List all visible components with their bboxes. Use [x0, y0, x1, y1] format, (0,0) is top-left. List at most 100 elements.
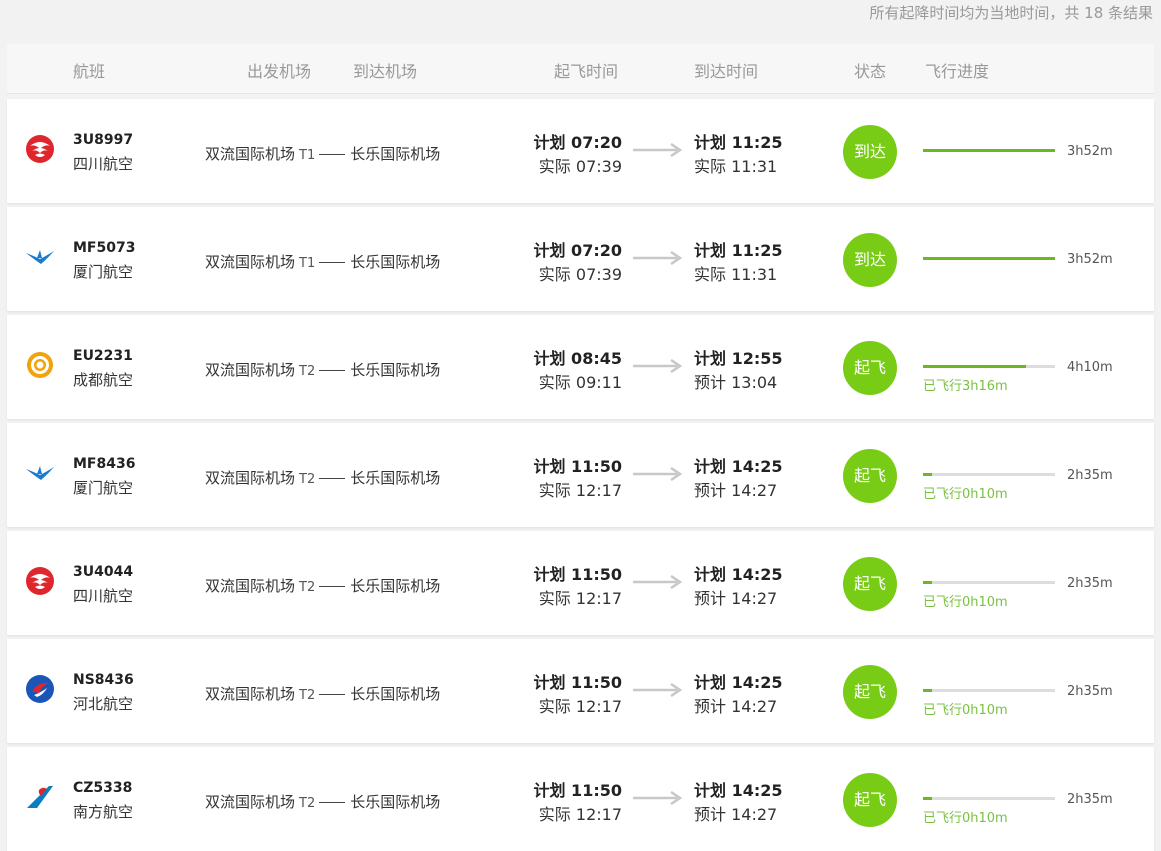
airline-name: 河北航空	[73, 695, 134, 713]
arr-airport: 长乐国际机场	[350, 361, 441, 379]
dep-time: 计划 11:50 实际 12:17	[532, 561, 622, 609]
dep-planned-time: 计划 11:50	[533, 457, 622, 476]
dep-planned-time: 计划 11:50	[533, 673, 622, 692]
flight-number[interactable]: 3U4044	[73, 564, 133, 580]
arr-airport: 长乐国际机场	[350, 793, 441, 811]
dep-actual-time: 实际 12:17	[538, 589, 622, 608]
chengdu-airlines-logo-icon	[25, 350, 55, 380]
flown-time: 已飞行3h16m	[923, 379, 1008, 394]
progress-fill	[923, 473, 932, 476]
arr-time: 计划 14:25 预计 14:27	[694, 453, 783, 501]
flight-number[interactable]: EU2231	[73, 348, 133, 364]
dep-airport: 双流国际机场	[205, 361, 296, 379]
route: 双流国际机场 T2 长乐国际机场	[205, 791, 440, 812]
route: 双流国际机场 T1 长乐国际机场	[205, 143, 440, 164]
results-summary: 所有起降时间均为当地时间，共 18 条结果	[869, 4, 1153, 22]
airline-name: 四川航空	[73, 155, 134, 173]
flight-row[interactable]: 3U4044 四川航空 双流国际机场 T2 长乐国际机场 计划 11:50 实际 12:17…	[7, 531, 1154, 635]
header-dep-airport: 出发机场	[247, 62, 312, 81]
route: 双流国际机场 T2 长乐国际机场	[205, 359, 440, 380]
dep-time: 计划 07:20 实际 07:39	[532, 129, 622, 177]
status-badge: 起飞	[843, 341, 897, 395]
arr-actual-time: 预计 14:27	[694, 589, 778, 608]
dep-actual-time: 实际 07:39	[538, 157, 622, 176]
route-dash	[319, 694, 346, 695]
status-badge: 到达	[843, 233, 897, 287]
status-badge: 起飞	[843, 449, 897, 503]
arr-actual-time: 实际 11:31	[694, 265, 778, 284]
progress-fill	[923, 149, 1055, 152]
header-dep-time: 起飞时间	[554, 62, 619, 81]
flight-number[interactable]: 3U8997	[73, 132, 133, 148]
dep-airport: 双流国际机场	[205, 469, 296, 487]
dep-airport: 双流国际机场	[205, 685, 296, 703]
arr-time: 计划 11:25 实际 11:31	[694, 129, 783, 177]
header-arr-airport: 到达机场	[353, 62, 418, 81]
flight-row[interactable]: CZ5338 南方航空 双流国际机场 T2 长乐国际机场 计划 11:50 实际 12:17…	[7, 747, 1154, 851]
dep-terminal: T2	[299, 580, 316, 595]
flown-time: 已飞行0h10m	[923, 595, 1008, 610]
flight-duration: 2h35m	[1067, 684, 1113, 699]
airline-name: 成都航空	[73, 371, 134, 389]
progress-bar	[923, 473, 1055, 476]
right-arrow-icon	[633, 359, 683, 373]
flight-row[interactable]: 3U8997 四川航空 双流国际机场 T1 长乐国际机场 计划 07:20 实际 07:39…	[7, 99, 1154, 203]
flight-row[interactable]: NS8436 河北航空 双流国际机场 T2 长乐国际机场 计划 11:50 实际 12:17…	[7, 639, 1154, 743]
dep-planned-time: 计划 07:20	[533, 133, 622, 152]
dep-actual-time: 实际 07:39	[538, 265, 622, 284]
right-arrow-icon	[633, 467, 683, 481]
dep-airport: 双流国际机场	[205, 145, 296, 163]
flight-duration: 2h35m	[1067, 576, 1113, 591]
arr-time: 计划 14:25 预计 14:27	[694, 561, 783, 609]
flight-number[interactable]: CZ5338	[73, 780, 132, 796]
arr-planned-time: 计划 11:25	[694, 241, 783, 260]
dep-terminal: T2	[299, 688, 316, 703]
flight-number[interactable]: MF5073	[73, 240, 135, 256]
flight-number[interactable]: MF8436	[73, 456, 135, 472]
flown-time: 已飞行0h10m	[923, 811, 1008, 826]
arr-planned-time: 计划 14:25	[694, 565, 783, 584]
flight-row[interactable]: EU2231 成都航空 双流国际机场 T2 长乐国际机场 计划 08:45 实际 09:11…	[7, 315, 1154, 419]
arr-actual-time: 预计 14:27	[694, 481, 778, 500]
xiamen-airlines-logo-icon	[25, 458, 55, 488]
header-flight: 航班	[73, 62, 106, 81]
dep-terminal: T2	[299, 364, 316, 379]
progress-bar	[923, 689, 1055, 692]
dep-time: 计划 11:50 实际 12:17	[532, 669, 622, 717]
flight-row[interactable]: MF5073 厦门航空 双流国际机场 T1 长乐国际机场 计划 07:20 实际 07:39…	[7, 207, 1154, 311]
flown-time: 已飞行0h10m	[923, 487, 1008, 502]
progress-fill	[923, 365, 1026, 368]
progress-bar	[923, 581, 1055, 584]
flight-number[interactable]: NS8436	[73, 672, 134, 688]
dep-terminal: T2	[299, 796, 316, 811]
dep-time: 计划 11:50 实际 12:17	[532, 453, 622, 501]
flight-row[interactable]: MF8436 厦门航空 双流国际机场 T2 长乐国际机场 计划 11:50 实际 12:17…	[7, 423, 1154, 527]
status-badge: 起飞	[843, 557, 897, 611]
arr-planned-time: 计划 14:25	[694, 457, 783, 476]
progress-fill	[923, 581, 932, 584]
route: 双流国际机场 T1 长乐国际机场	[205, 251, 440, 272]
route-dash	[319, 586, 346, 587]
china-southern-logo-icon	[25, 782, 55, 812]
route-dash	[319, 370, 346, 371]
right-arrow-icon	[633, 575, 683, 589]
flight-duration: 3h52m	[1067, 252, 1113, 267]
progress-fill	[923, 257, 1055, 260]
arr-airport: 长乐国际机场	[350, 253, 441, 271]
dep-terminal: T1	[299, 256, 316, 271]
header-status: 状态	[854, 62, 887, 81]
route-dash	[319, 478, 346, 479]
progress-bar	[923, 797, 1055, 800]
arr-time: 计划 14:25 预计 14:27	[694, 777, 783, 825]
dep-planned-time: 计划 11:50	[533, 781, 622, 800]
table-header: 航班 出发机场 到达机场 起飞时间 到达时间 状态 飞行进度	[7, 44, 1154, 94]
dep-actual-time: 实际 12:17	[538, 805, 622, 824]
arr-airport: 长乐国际机场	[350, 577, 441, 595]
dep-airport: 双流国际机场	[205, 577, 296, 595]
airline-name: 南方航空	[73, 803, 134, 821]
dep-time: 计划 08:45 实际 09:11	[532, 345, 622, 393]
dep-airport: 双流国际机场	[205, 793, 296, 811]
flight-duration: 2h35m	[1067, 792, 1113, 807]
sichuan-airlines-logo-icon	[25, 134, 55, 164]
arr-planned-time: 计划 14:25	[694, 673, 783, 692]
